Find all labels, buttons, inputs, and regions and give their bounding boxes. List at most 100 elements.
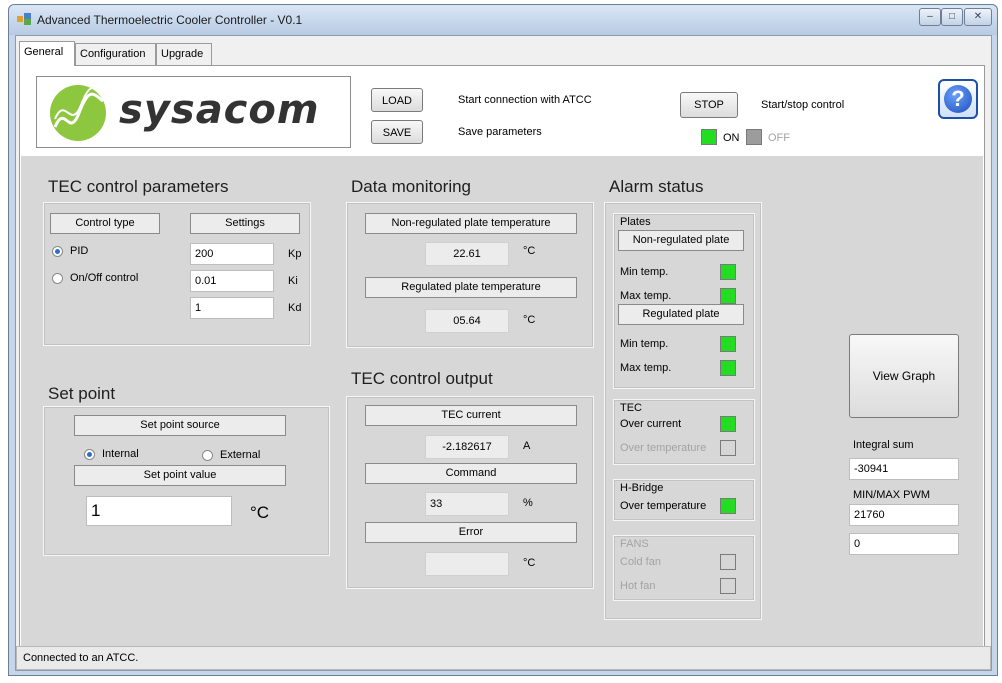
- tec-alarm-group: TEC Over current Over temperature: [613, 399, 755, 465]
- error-unit: °C: [523, 557, 536, 569]
- integral-sum-field[interactable]: -30941: [849, 458, 959, 480]
- hot-fan-led: [720, 578, 736, 594]
- data-monitoring-title: Data monitoring: [351, 177, 472, 196]
- command-value: 33: [425, 492, 509, 516]
- off-indicator: [746, 129, 762, 145]
- tec-over-temp-label: Over temperature: [620, 442, 707, 454]
- load-button[interactable]: LOAD: [371, 88, 423, 112]
- cold-fan-label: Cold fan: [620, 556, 661, 568]
- kd-label: Kd: [288, 302, 302, 314]
- nonreg-temp-unit: °C: [523, 245, 536, 257]
- reg-max-temp-label: Max temp.: [620, 362, 672, 374]
- tec-over-temp-led: [720, 440, 736, 456]
- over-current-label: Over current: [620, 418, 682, 430]
- save-description: Save parameters: [458, 126, 542, 138]
- tec-alarm-label: TEC: [620, 402, 642, 414]
- hbridge-group: H-Bridge Over temperature: [613, 479, 755, 521]
- nonreg-plate-label: Non-regulated plate: [618, 230, 744, 251]
- plates-label: Plates: [620, 216, 651, 228]
- on-label: ON: [723, 132, 740, 144]
- reg-temp-unit: °C: [523, 314, 536, 326]
- set-point-title: Set point: [48, 384, 116, 403]
- nonreg-min-temp-label: Min temp.: [620, 266, 669, 278]
- off-label: OFF: [768, 132, 790, 144]
- sysacom-logo: sysacom: [36, 76, 351, 148]
- status-bar: Connected to an ATCC.: [16, 646, 991, 670]
- ki-label: Ki: [288, 275, 298, 287]
- set-point-unit: °C: [250, 503, 270, 522]
- stop-description: Start/stop control: [761, 99, 845, 111]
- set-point-input[interactable]: 1: [86, 496, 232, 526]
- help-icon: ?: [944, 85, 972, 113]
- tec-current-unit: A: [523, 440, 531, 452]
- nonreg-temp-label: Non-regulated plate temperature: [365, 213, 577, 234]
- stop-button[interactable]: STOP: [680, 92, 738, 118]
- tec-current-value: -2.182617: [425, 435, 509, 459]
- status-text: Connected to an ATCC.: [23, 652, 139, 664]
- kp-input[interactable]: 200: [190, 243, 274, 265]
- view-graph-button[interactable]: View Graph: [849, 334, 959, 418]
- pid-label: PID: [70, 245, 89, 257]
- tec-output-group: TEC current -2.182617 A Command 33 % Err…: [346, 396, 594, 589]
- minimize-button[interactable]: –: [919, 8, 941, 26]
- maximize-button[interactable]: □: [941, 8, 963, 26]
- client-area: General Configuration Upgrade sysacom LO…: [15, 35, 992, 671]
- extra-field[interactable]: 0: [849, 533, 959, 555]
- external-radio[interactable]: [202, 450, 213, 461]
- over-current-led: [720, 416, 736, 432]
- main-panel: TEC control parameters Control type Sett…: [21, 156, 983, 648]
- integral-sum-label: Integral sum: [853, 439, 914, 451]
- tab-upgrade[interactable]: Upgrade: [156, 43, 212, 65]
- alarm-status-title: Alarm status: [609, 177, 704, 196]
- minmax-pwm-field[interactable]: 21760: [849, 504, 959, 526]
- app-window: Advanced Thermoelectric Cooler Controlle…: [8, 4, 998, 676]
- save-button[interactable]: SAVE: [371, 120, 423, 144]
- reg-plate-label: Regulated plate: [618, 304, 744, 325]
- reg-temp-label: Regulated plate temperature: [365, 277, 577, 298]
- set-point-group: Set point source Internal External Set p…: [43, 406, 330, 556]
- data-monitoring-group: Non-regulated plate temperature 22.61 °C…: [346, 202, 594, 348]
- onoff-radio[interactable]: [52, 273, 63, 284]
- tec-output-title: TEC control output: [351, 369, 493, 388]
- plates-group: Plates Non-regulated plate Min temp. Max…: [613, 213, 755, 389]
- reg-min-temp-led: [720, 336, 736, 352]
- logo-text: sysacom: [119, 87, 320, 133]
- hot-fan-label: Hot fan: [620, 580, 656, 592]
- title-bar: Advanced Thermoelectric Cooler Controlle…: [9, 5, 997, 35]
- general-tab-page: sysacom LOAD Start connection with ATCC …: [19, 65, 985, 650]
- hbridge-over-temp-led: [720, 498, 736, 514]
- reg-temp-value: 05.64: [425, 309, 509, 333]
- nonreg-temp-value: 22.61: [425, 242, 509, 266]
- command-unit: %: [523, 497, 533, 509]
- pid-radio[interactable]: [52, 246, 63, 257]
- command-label: Command: [365, 463, 577, 484]
- logo-mark-icon: [50, 85, 106, 141]
- tab-general[interactable]: General: [19, 41, 75, 66]
- reg-max-temp-led: [720, 360, 736, 376]
- nonreg-max-temp-led: [720, 288, 736, 304]
- tec-current-label: TEC current: [365, 405, 577, 426]
- kp-label: Kp: [288, 248, 302, 260]
- tec-params-group: Control type Settings PID On/Off control…: [43, 202, 311, 346]
- alarm-status-group: Plates Non-regulated plate Min temp. Max…: [604, 202, 762, 620]
- nonreg-min-temp-led: [720, 264, 736, 280]
- settings-label: Settings: [190, 213, 300, 234]
- on-indicator: [701, 129, 717, 145]
- internal-radio[interactable]: [84, 449, 95, 460]
- close-button[interactable]: ✕: [964, 8, 992, 26]
- cold-fan-led: [720, 554, 736, 570]
- nonreg-max-temp-label: Max temp.: [620, 290, 672, 302]
- error-label: Error: [365, 522, 577, 543]
- hbridge-over-temp-label: Over temperature: [620, 500, 707, 512]
- window-title: Advanced Thermoelectric Cooler Controlle…: [37, 13, 303, 27]
- help-button[interactable]: ?: [938, 79, 978, 119]
- minmax-pwm-label: MIN/MAX PWM: [853, 489, 930, 501]
- app-icon: [17, 13, 31, 25]
- ki-input[interactable]: 0.01: [190, 270, 274, 292]
- control-type-label: Control type: [50, 213, 160, 234]
- internal-label: Internal: [102, 448, 139, 460]
- kd-input[interactable]: 1: [190, 297, 274, 319]
- reg-min-temp-label: Min temp.: [620, 338, 669, 350]
- external-label: External: [220, 449, 261, 461]
- tab-configuration[interactable]: Configuration: [75, 43, 156, 65]
